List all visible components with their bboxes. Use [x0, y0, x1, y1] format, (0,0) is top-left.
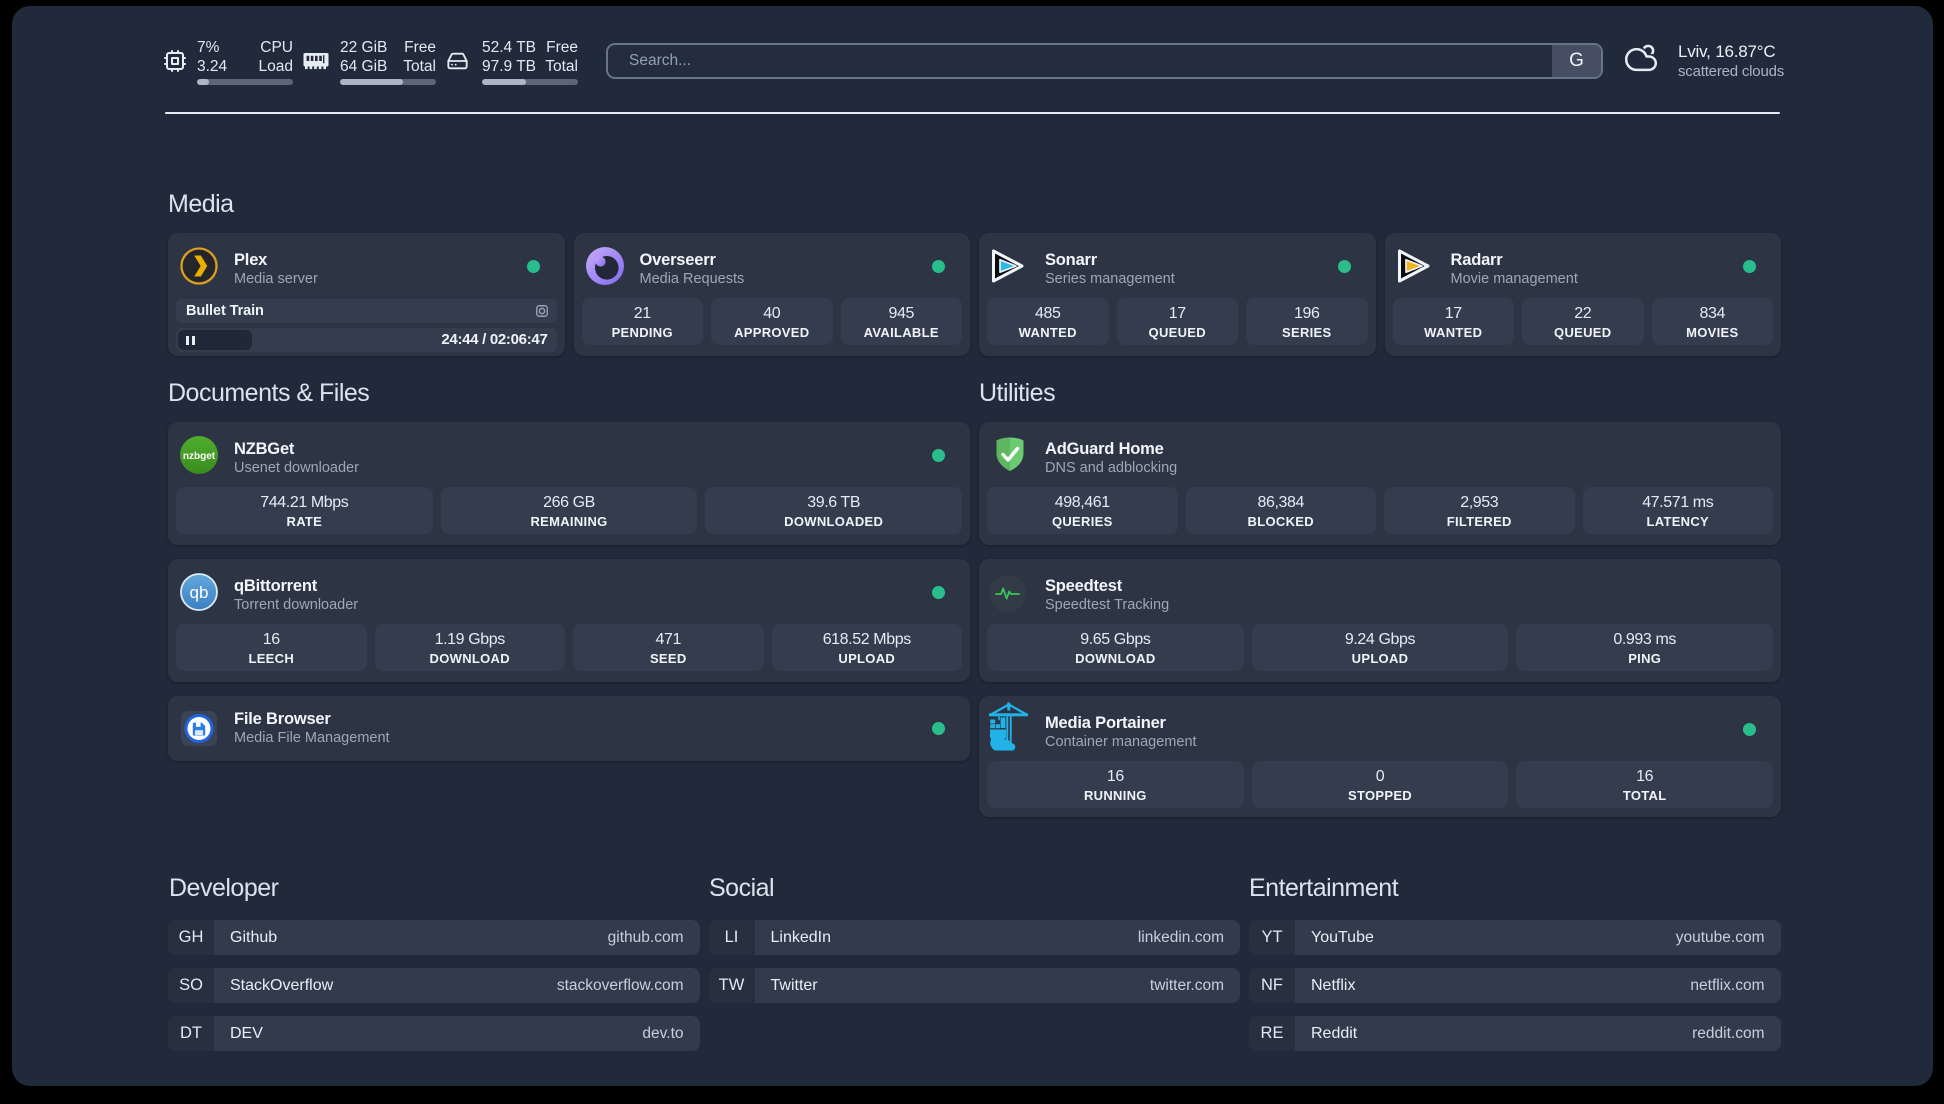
svg-text:nzbget: nzbget	[183, 451, 216, 462]
svg-text:qb: qb	[190, 583, 209, 602]
